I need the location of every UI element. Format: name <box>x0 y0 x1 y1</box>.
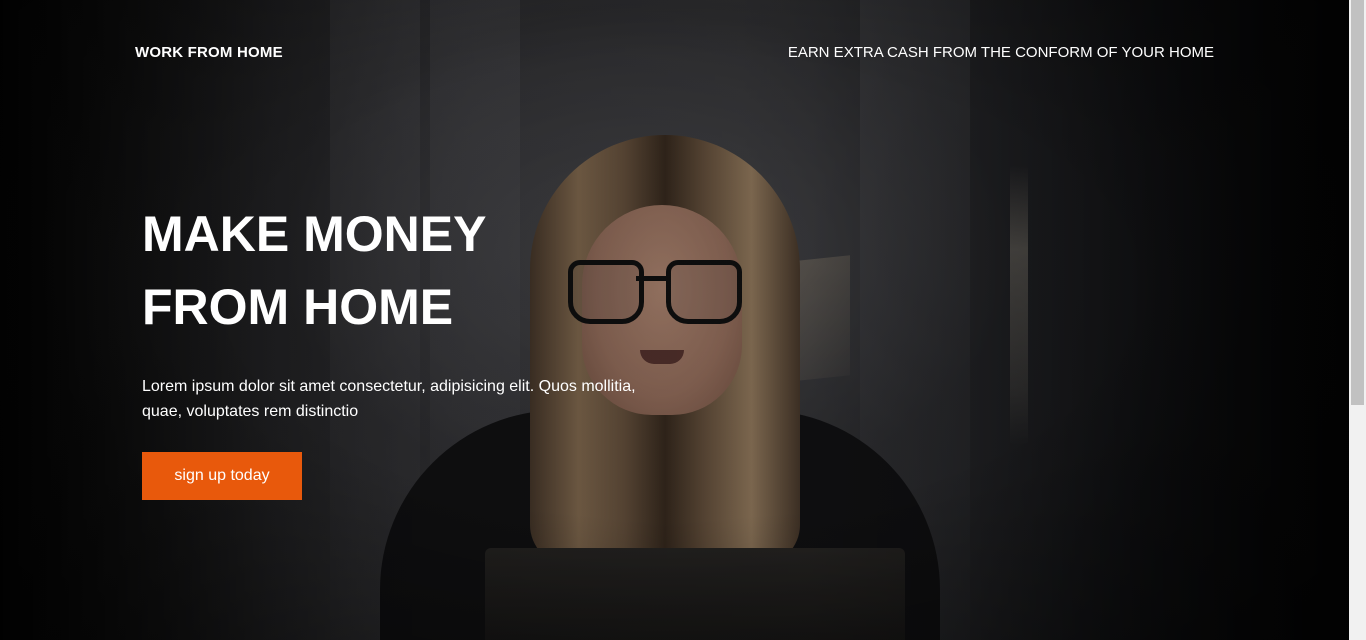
scrollbar-thumb[interactable] <box>1351 0 1364 405</box>
brand-logo-link[interactable]: WORK FROM HOME <box>135 44 283 61</box>
page: WORK FROM HOME EARN EXTRA CASH FROM THE … <box>0 0 1349 640</box>
sign-up-button[interactable]: sign up today <box>142 452 302 500</box>
hero-title: MAKE MONEY FROM HOME <box>142 198 562 344</box>
vertical-scrollbar[interactable] <box>1349 0 1366 640</box>
hero-description: Lorem ipsum dolor sit amet consectetur, … <box>142 378 636 420</box>
navbar-tagline: EARN EXTRA CASH FROM THE CONFORM OF YOUR… <box>787 44 1214 61</box>
hero-title-line: FROM HOME <box>142 279 454 335</box>
hero-title-line: MAKE MONEY <box>142 206 487 262</box>
